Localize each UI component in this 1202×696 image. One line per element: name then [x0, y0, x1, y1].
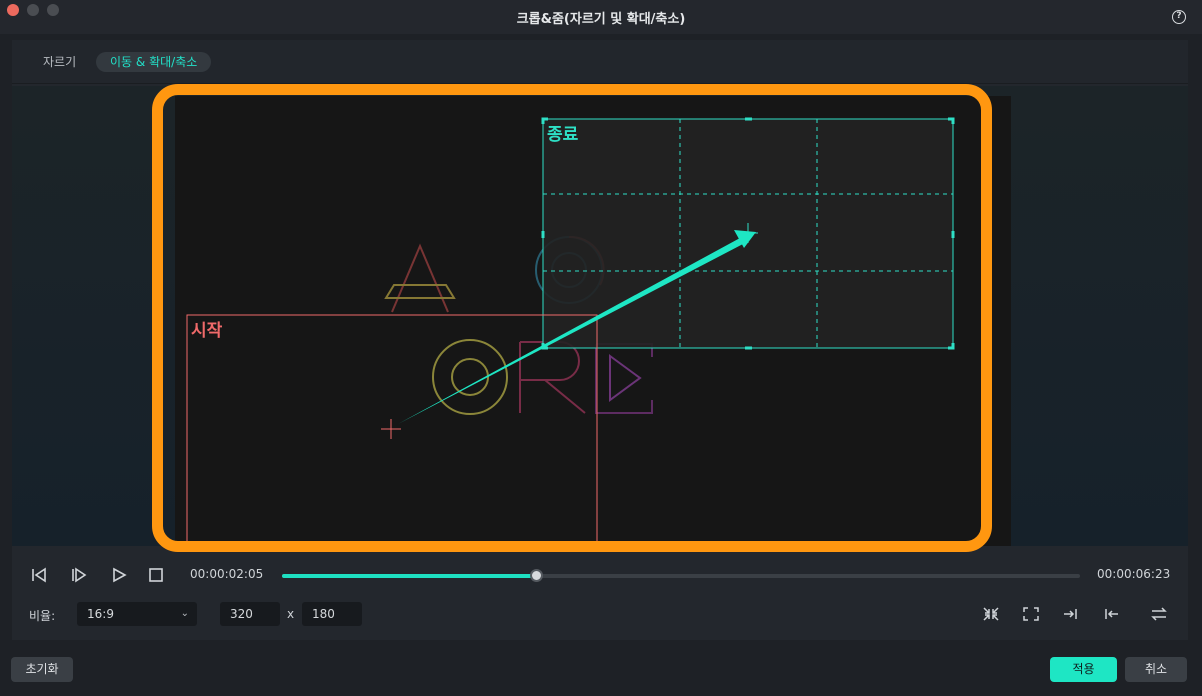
apply-button[interactable]: 적용: [1050, 657, 1117, 682]
crop-zoom-dialog: 크롭&줌(자르기 및 확대/축소) ? 자르기 이동 & 확대/축소 00:00…: [0, 0, 1202, 696]
highlight-frame: [152, 84, 992, 552]
cancel-button[interactable]: 취소: [1125, 657, 1187, 682]
reset-button[interactable]: 초기화: [11, 657, 73, 682]
